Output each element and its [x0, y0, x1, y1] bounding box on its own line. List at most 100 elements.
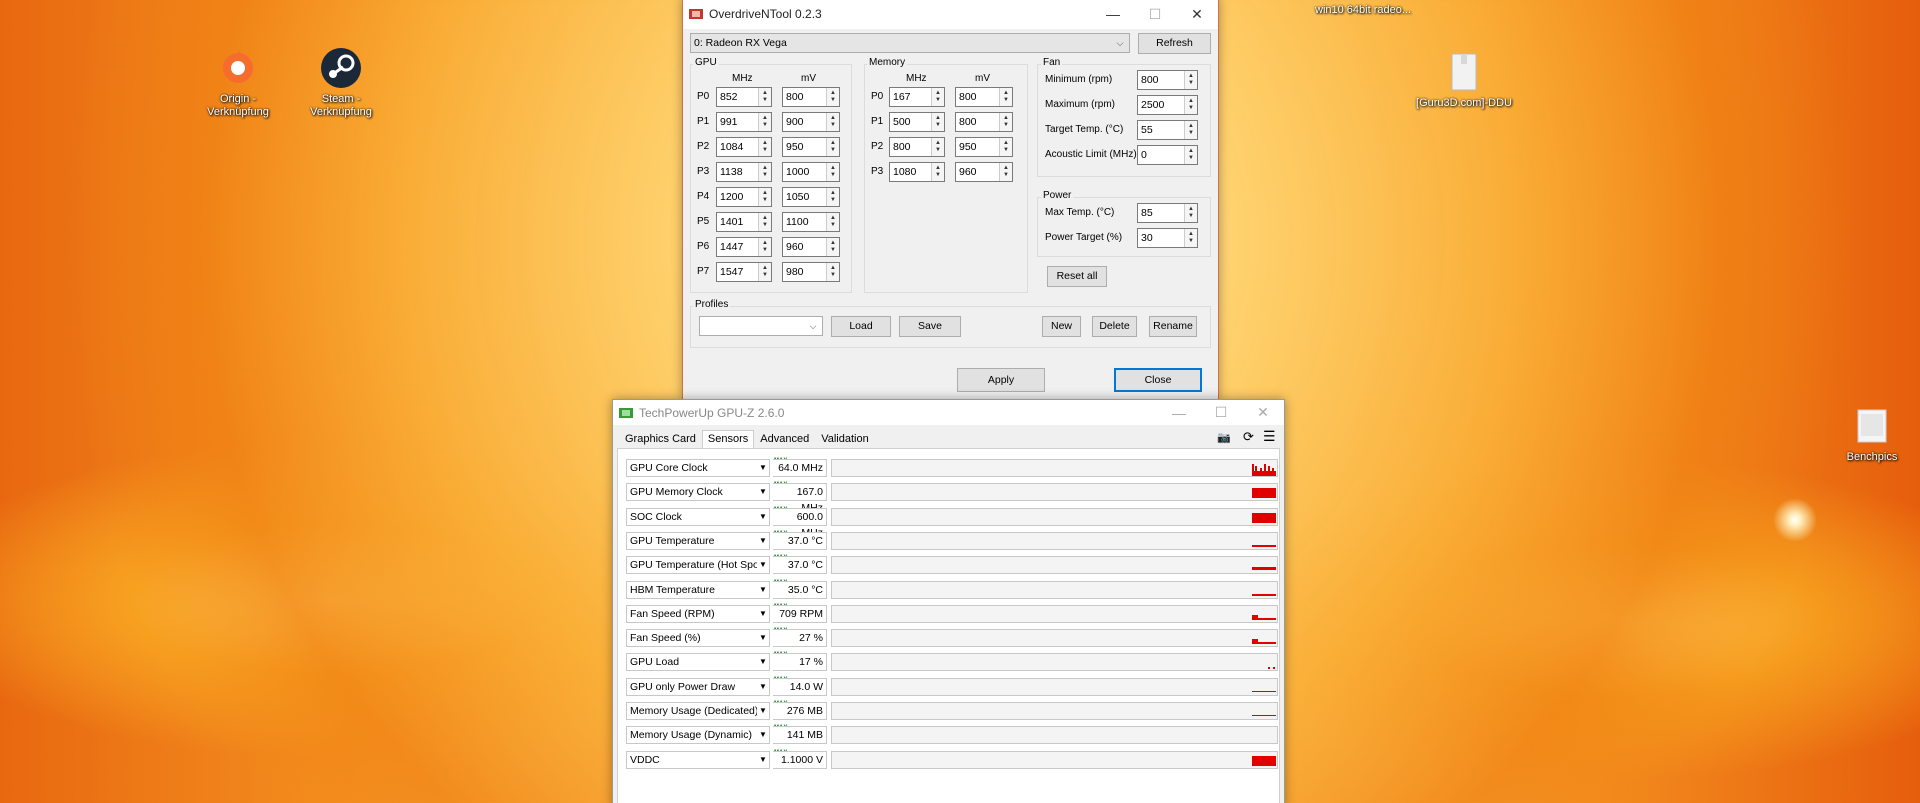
save-button[interactable]: Save: [899, 316, 961, 337]
power-field-input[interactable]: 30 ▲ ▼: [1137, 228, 1198, 248]
gpu-mv-input[interactable]: 900 ▲ ▼: [782, 112, 840, 132]
power-field-input[interactable]: 85 ▲ ▼: [1137, 203, 1198, 223]
sensor-select[interactable]: SOC Clock ▼: [626, 507, 770, 526]
spin-arrows-icon[interactable]: ▲ ▼: [826, 88, 839, 106]
spin-arrows-icon[interactable]: ▲ ▼: [999, 88, 1012, 106]
sensor-select[interactable]: GPU Temperature ▼: [626, 531, 770, 550]
gpu-mhz-input[interactable]: 1084 ▲ ▼: [716, 137, 772, 157]
gpu-mv-input[interactable]: 800 ▲ ▼: [782, 87, 840, 107]
device-select[interactable]: 0: Radeon RX Vega ⌵: [690, 33, 1130, 53]
memory-mv-input[interactable]: 960 ▲ ▼: [955, 162, 1013, 182]
spin-arrows-icon[interactable]: ▲ ▼: [758, 138, 771, 156]
rename-profile-button[interactable]: Rename: [1149, 316, 1197, 337]
gpu-mhz-input[interactable]: 1401 ▲ ▼: [716, 212, 772, 232]
gpu-mv-input[interactable]: 1100 ▲ ▼: [782, 212, 840, 232]
spin-arrows-icon[interactable]: ▲ ▼: [931, 138, 944, 156]
menu-icon[interactable]: ☰: [1263, 428, 1276, 445]
memory-mhz-input[interactable]: 800 ▲ ▼: [889, 137, 945, 157]
spin-arrows-icon[interactable]: ▲ ▼: [1184, 146, 1197, 164]
close-window-button[interactable]: ✕: [1176, 0, 1218, 29]
gpu-mv-input[interactable]: 1050 ▲ ▼: [782, 187, 840, 207]
tab-advanced[interactable]: Advanced: [754, 430, 815, 448]
spin-arrows-icon[interactable]: ▲ ▼: [1184, 71, 1197, 89]
sensor-select[interactable]: Memory Usage (Dynamic) ▼: [626, 726, 770, 745]
sensor-select[interactable]: GPU only Power Draw ▼: [626, 677, 770, 696]
gpu-mhz-input[interactable]: 1200 ▲ ▼: [716, 187, 772, 207]
maximize-button[interactable]: ☐: [1200, 400, 1242, 425]
fan-field-input[interactable]: 2500 ▲ ▼: [1137, 95, 1198, 115]
spin-arrows-icon[interactable]: ▲ ▼: [931, 163, 944, 181]
gpuz-titlebar[interactable]: TechPowerUp GPU-Z 2.6.0 — ☐ ✕: [613, 400, 1284, 425]
camera-icon[interactable]: 📷: [1217, 431, 1231, 444]
sensor-select[interactable]: Memory Usage (Dedicated) ▼: [626, 702, 770, 720]
minimize-button[interactable]: —: [1158, 400, 1200, 425]
fan-field-input[interactable]: 0 ▲ ▼: [1137, 145, 1198, 165]
desktop-icon-benchpics[interactable]: Benchpics: [1824, 404, 1920, 464]
spin-arrows-icon[interactable]: ▲ ▼: [999, 113, 1012, 131]
close-window-button[interactable]: ✕: [1242, 400, 1284, 425]
gpu-mv-input[interactable]: 950 ▲ ▼: [782, 137, 840, 157]
gpu-mhz-input[interactable]: 852 ▲ ▼: [716, 87, 772, 107]
tab-validation[interactable]: Validation: [815, 430, 875, 448]
sensor-select[interactable]: GPU Memory Clock ▼: [626, 483, 770, 502]
spin-arrows-icon[interactable]: ▲ ▼: [826, 163, 839, 181]
spin-arrows-icon[interactable]: ▲ ▼: [931, 113, 944, 131]
reset-all-button[interactable]: Reset all: [1047, 266, 1107, 287]
new-profile-button[interactable]: New: [1042, 316, 1081, 337]
fan-field-input[interactable]: 800 ▲ ▼: [1137, 70, 1198, 90]
desktop-icon-origin[interactable]: Origin - Verknüpfung: [190, 46, 286, 119]
sensor-select[interactable]: VDDC ▼: [626, 750, 770, 769]
gpu-mhz-input[interactable]: 1547 ▲ ▼: [716, 262, 772, 282]
gpu-mhz-input[interactable]: 1447 ▲ ▼: [716, 237, 772, 257]
spin-arrows-icon[interactable]: ▲ ▼: [826, 188, 839, 206]
sensor-select[interactable]: GPU Load ▼: [626, 653, 770, 672]
spin-arrows-icon[interactable]: ▲ ▼: [758, 238, 771, 256]
spin-arrows-icon[interactable]: ▲ ▼: [758, 188, 771, 206]
spin-arrows-icon[interactable]: ▲ ▼: [758, 263, 771, 281]
spin-arrows-icon[interactable]: ▲ ▼: [999, 138, 1012, 156]
memory-mv-input[interactable]: 800 ▲ ▼: [955, 87, 1013, 107]
sensor-select[interactable]: GPU Core Clock ▼: [626, 459, 770, 477]
spin-arrows-icon[interactable]: ▲ ▼: [758, 88, 771, 106]
spin-arrows-icon[interactable]: ▲ ▼: [1184, 204, 1197, 222]
tab-graphics-card[interactable]: Graphics Card: [619, 430, 702, 448]
delete-profile-button[interactable]: Delete: [1092, 316, 1137, 337]
close-button[interactable]: Close: [1114, 368, 1202, 392]
overdrive-titlebar[interactable]: OverdriveNTool 0.2.3 — ☐ ✕: [683, 0, 1218, 29]
minimize-button[interactable]: —: [1092, 0, 1134, 29]
tab-sensors[interactable]: Sensors: [701, 430, 755, 449]
gpu-mhz-input[interactable]: 1138 ▲ ▼: [716, 162, 772, 182]
refresh-button[interactable]: Refresh: [1138, 33, 1211, 54]
refresh-icon[interactable]: ⟳: [1243, 429, 1254, 445]
spin-arrows-icon[interactable]: ▲ ▼: [758, 113, 771, 131]
gpu-mhz-input[interactable]: 991 ▲ ▼: [716, 112, 772, 132]
spin-arrows-icon[interactable]: ▲ ▼: [999, 163, 1012, 181]
maximize-button[interactable]: ☐: [1134, 0, 1176, 29]
desktop-icon-ddu[interactable]: [Guru3D.com]-DDU: [1416, 50, 1512, 110]
sensor-select[interactable]: Fan Speed (RPM) ▼: [626, 604, 770, 623]
gpu-mv-input[interactable]: 960 ▲ ▼: [782, 237, 840, 257]
memory-mhz-input[interactable]: 1080 ▲ ▼: [889, 162, 945, 182]
spin-arrows-icon[interactable]: ▲ ▼: [826, 138, 839, 156]
memory-mv-input[interactable]: 800 ▲ ▼: [955, 112, 1013, 132]
sensor-select[interactable]: Fan Speed (%) ▼: [626, 629, 770, 648]
sensor-select[interactable]: GPU Temperature (Hot Spot) ▼: [626, 556, 770, 575]
gpu-mv-input[interactable]: 980 ▲ ▼: [782, 262, 840, 282]
gpu-mv-input[interactable]: 1000 ▲ ▼: [782, 162, 840, 182]
spin-arrows-icon[interactable]: ▲ ▼: [758, 163, 771, 181]
memory-mv-input[interactable]: 950 ▲ ▼: [955, 137, 1013, 157]
spin-arrows-icon[interactable]: ▲ ▼: [1184, 121, 1197, 139]
spin-arrows-icon[interactable]: ▲ ▼: [758, 213, 771, 231]
spin-arrows-icon[interactable]: ▲ ▼: [826, 113, 839, 131]
memory-mhz-input[interactable]: 500 ▲ ▼: [889, 112, 945, 132]
spin-arrows-icon[interactable]: ▲ ▼: [826, 213, 839, 231]
spin-arrows-icon[interactable]: ▲ ▼: [826, 263, 839, 281]
memory-mhz-input[interactable]: 167 ▲ ▼: [889, 87, 945, 107]
desktop-icon-steam[interactable]: Steam - Verknüpfung: [293, 46, 389, 119]
spin-arrows-icon[interactable]: ▲ ▼: [826, 238, 839, 256]
spin-arrows-icon[interactable]: ▲ ▼: [1184, 96, 1197, 114]
spin-arrows-icon[interactable]: ▲ ▼: [1184, 229, 1197, 247]
apply-button[interactable]: Apply: [957, 368, 1045, 392]
profile-select[interactable]: ⌵: [699, 316, 823, 336]
sensor-select[interactable]: HBM Temperature ▼: [626, 580, 770, 599]
